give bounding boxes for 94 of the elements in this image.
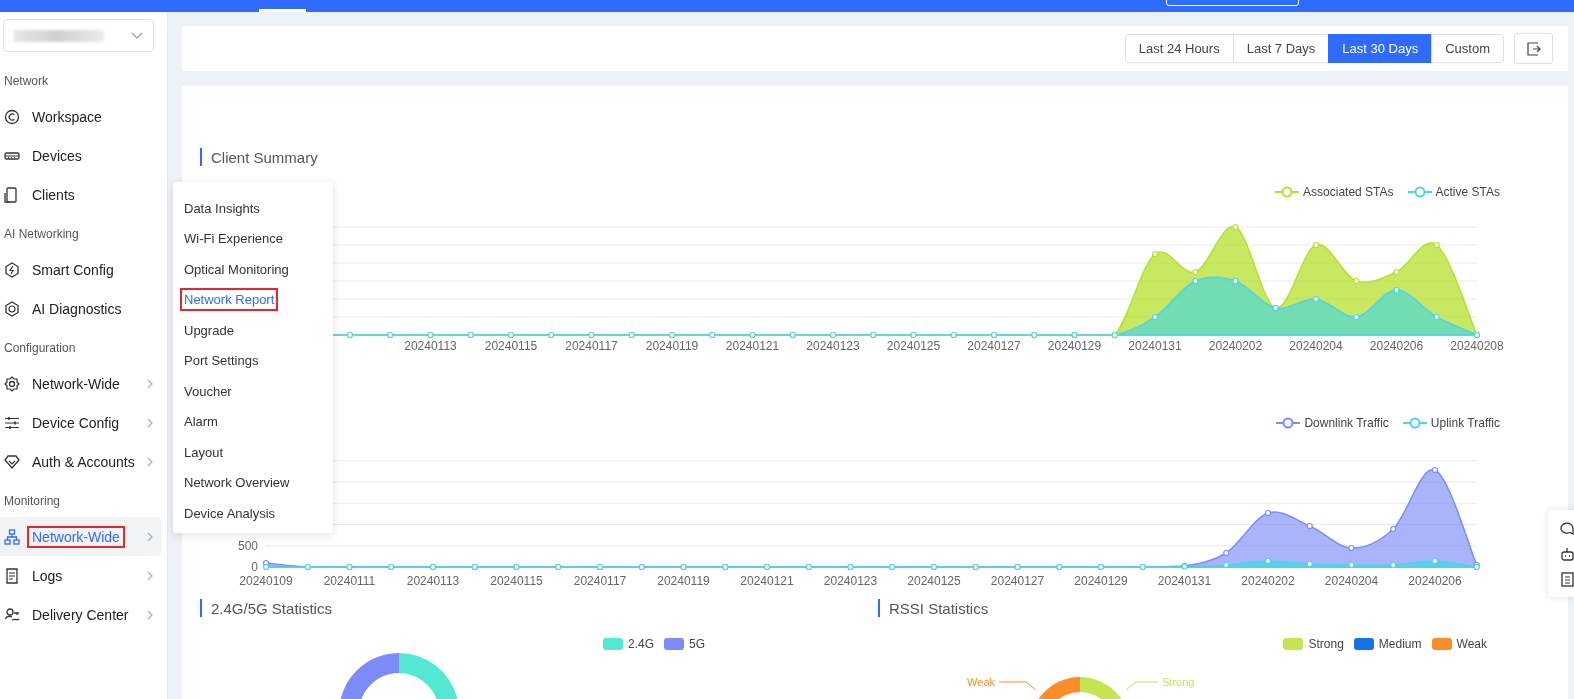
submenu-item[interactable]: Data Insights — [180, 196, 264, 220]
legend-label[interactable]: Weak — [1456, 637, 1487, 651]
axis-label: 20240117 — [573, 574, 627, 588]
axis-label: 20240131 — [1157, 574, 1212, 588]
axis-label: 20240208 — [1450, 339, 1504, 353]
axis-label: 20240131 — [1128, 339, 1182, 353]
sidebar-item-icon — [4, 453, 20, 470]
axis-label: 20240127 — [990, 574, 1045, 588]
axis-label: 20240117 — [565, 339, 618, 353]
legend-label[interactable]: 2.4G — [627, 637, 654, 651]
section-label: Monitoring — [4, 494, 61, 508]
sidebar-item-icon — [4, 606, 20, 623]
section-label: Configuration — [4, 341, 76, 355]
robot-icon[interactable] — [1560, 545, 1574, 562]
submenu-item[interactable]: Network Report — [180, 288, 279, 312]
sidebar-item-icon — [4, 108, 20, 125]
axis-label: 20240121 — [725, 339, 780, 353]
axis-label: 20240202 — [1241, 574, 1295, 588]
axis-label: 20240127 — [967, 339, 1021, 353]
axis-label: 20240206 — [1369, 339, 1424, 353]
date-range-tab[interactable]: Custom — [1431, 34, 1504, 63]
sidebar-item[interactable]: Clients — [0, 175, 161, 214]
slice-label: Weak — [967, 676, 995, 688]
submenu-item[interactable]: Port Settings — [180, 349, 263, 373]
sidebar-item-icon — [4, 414, 20, 431]
section-label: Network — [4, 74, 48, 88]
sidebar-item[interactable]: Auth & Accounts — [0, 442, 161, 481]
axis-label: 20240204 — [1324, 574, 1379, 588]
section-title: RSSI Statistics — [889, 599, 989, 617]
axis-label: 20240119 — [645, 339, 699, 353]
legend-label[interactable]: Associated STAs — [1303, 185, 1394, 199]
chat-icon[interactable] — [1560, 520, 1574, 537]
axis-label: 20240202 — [1208, 339, 1263, 353]
submenu-item[interactable]: Layout — [180, 440, 228, 464]
clipboard-icon[interactable] — [1560, 570, 1574, 587]
axis-label: 500 — [237, 538, 258, 553]
legend-label[interactable]: Downlink Traffic — [1304, 416, 1389, 430]
axis-label: 20240115 — [484, 339, 538, 353]
axis-label: 20240115 — [490, 574, 543, 588]
date-range-tab[interactable]: Last 24 Hours — [1124, 34, 1234, 63]
axis-label: 20240113 — [404, 339, 457, 353]
sidebar-item-icon — [4, 300, 20, 317]
legend-label[interactable]: Active STAs — [1435, 185, 1500, 199]
submenu-item[interactable]: Voucher — [180, 379, 236, 403]
sidebar-item[interactable]: Device Config — [0, 403, 161, 442]
sidebar-item[interactable]: Smart Config — [0, 250, 161, 289]
axis-label: 20240204 — [1289, 339, 1343, 353]
sidebar-item[interactable]: Network-Wide — [0, 364, 161, 403]
axis-label: 20240109 — [239, 574, 293, 588]
section-label: AI Networking — [4, 227, 79, 241]
axis-label: 20240111 — [323, 574, 376, 588]
section-title: 2.4G/5G Statistics — [211, 599, 332, 617]
sidebar-item[interactable]: AI Diagnostics — [0, 289, 161, 328]
submenu-item[interactable]: Alarm — [180, 410, 222, 434]
sidebar-item-icon — [4, 261, 20, 278]
axis-label: 20240119 — [657, 574, 710, 588]
sidebar-item-icon — [4, 375, 20, 392]
chevron-down-icon — [131, 31, 143, 40]
date-range-tab[interactable]: Last 30 Days — [1328, 34, 1433, 63]
submenu-item[interactable]: Optical Monitoring — [180, 257, 293, 281]
legend-label[interactable]: Strong — [1308, 637, 1344, 651]
export-icon — [1526, 41, 1541, 56]
tab-indicator — [259, 9, 306, 12]
sidebar-item[interactable]: Workspace — [0, 97, 161, 136]
axis-label: 0 — [251, 560, 258, 574]
submenu-item[interactable]: Upgrade — [180, 318, 238, 342]
sidebar-item[interactable]: Logs — [0, 556, 161, 595]
axis-label: 20240121 — [740, 574, 794, 588]
leader-line — [1125, 681, 1159, 691]
submenu-item[interactable]: Device Analysis — [180, 501, 280, 525]
submenu-item[interactable]: Network Overview — [180, 471, 294, 495]
submenu-item[interactable]: Wi-Fi Experience — [180, 227, 287, 251]
sidebar-item[interactable]: Delivery Center — [0, 595, 161, 634]
slice-label: Strong — [1162, 676, 1195, 688]
axis-label: 20240125 — [907, 574, 961, 588]
axis-label: 20240113 — [406, 574, 460, 588]
axis-label: 20240123 — [823, 574, 878, 588]
sidebar-item[interactable]: Network-Wide — [0, 517, 161, 556]
sidebar-item-icon — [4, 186, 20, 203]
sidebar-item-icon — [4, 567, 20, 584]
legend-label[interactable]: Uplink Traffic — [1430, 416, 1500, 430]
sidebar-item[interactable]: Devices — [0, 136, 161, 175]
axis-label: 20240123 — [806, 339, 860, 353]
axis-label: 20240129 — [1074, 574, 1128, 588]
axis-label: 20240206 — [1408, 574, 1462, 588]
legend-label[interactable]: Medium — [1378, 637, 1422, 651]
section-title: Client Summary — [211, 148, 318, 166]
leader-line — [998, 681, 1037, 691]
sidebar-item-icon — [4, 528, 20, 545]
legend-label[interactable]: 5G — [689, 637, 705, 651]
axis-label: 20240129 — [1047, 339, 1102, 353]
date-range-tab[interactable]: Last 7 Days — [1232, 34, 1330, 63]
export-button[interactable] — [1514, 33, 1553, 64]
axis-label: 20240125 — [886, 339, 941, 353]
